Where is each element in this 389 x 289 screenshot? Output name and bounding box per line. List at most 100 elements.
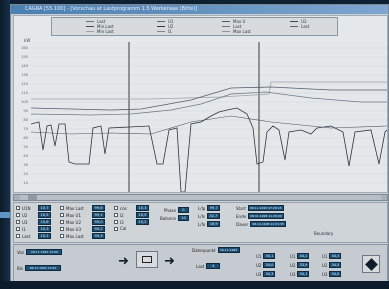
channel-checkbox[interactable]	[60, 227, 64, 231]
status-label: Boundary	[314, 231, 334, 236]
title-bar: CAGRA [55.100] - [Vorschau at Lastprogra…	[11, 5, 388, 14]
monitor-bezel-bottom	[0, 281, 389, 289]
grid-cell[interactable]: U3 34,3	[256, 271, 276, 277]
channel-checkbox[interactable]	[114, 226, 118, 231]
y-axis-unit: kW	[24, 38, 31, 43]
datapoint-field[interactable]: Datenpunkt 16.11.1995	[192, 247, 240, 253]
legend-item[interactable]: Max Last	[222, 29, 251, 34]
lip-field[interactable]: L/Ip 99,7	[198, 205, 221, 211]
phase-field[interactable]: Phase 0	[164, 207, 189, 213]
channel-row[interactable]: I2 10,5	[114, 212, 149, 218]
legend-item[interactable]: Last	[290, 24, 309, 29]
channel-row[interactable]: Max U3 99,2	[60, 226, 105, 232]
y-tick-label: 40	[23, 154, 28, 158]
grid-cell[interactable]: U3 34,1	[290, 271, 310, 277]
legend-item[interactable]: I1	[157, 29, 172, 34]
balance-field[interactable]: Balance 10	[160, 215, 189, 221]
channel-checkbox[interactable]	[114, 220, 118, 224]
chart-legend: Last Min.Last Min Last U1 U2 I1 Max U La…	[51, 17, 338, 36]
from-field[interactable]: Von 08.11.1995 13:09	[17, 249, 63, 255]
channel-row[interactable]: cos 10,3	[114, 205, 149, 211]
monitor-bezel-left	[0, 0, 10, 289]
channel-checkbox[interactable]	[114, 206, 118, 210]
channel-row[interactable]: U3 10,6	[16, 219, 51, 225]
channel-row[interactable]: U1N 10,7	[16, 205, 51, 211]
window-title: CAGRA [55.100] - [Vorschau at Lastprogra…	[25, 6, 198, 12]
series-line-i1	[31, 115, 387, 135]
y-tick-label: 110	[21, 91, 28, 95]
channel-row[interactable]: Max U2 99,0	[60, 219, 105, 225]
channel-checkbox[interactable]	[16, 234, 20, 238]
channel-row[interactable]: Max U1 99,1	[60, 212, 105, 218]
channel-checkbox[interactable]	[114, 213, 118, 217]
grid-cell[interactable]: U3 34,0	[322, 271, 342, 277]
y-tick-label: 70	[23, 127, 28, 131]
y-tick-label: 30	[23, 163, 28, 167]
channel-row[interactable]: I3 10,2	[114, 219, 149, 225]
legend-swatch	[222, 26, 230, 27]
legend-swatch	[290, 26, 298, 27]
lia-field[interactable]: L/Ia 16,9	[198, 221, 221, 227]
channel-checkbox[interactable]	[60, 234, 64, 238]
channel-row[interactable]: Max Last 99,3	[60, 233, 105, 239]
to-field[interactable]: Bis 08.11.1995 13:40	[17, 265, 61, 271]
grid-cell[interactable]: U2 34,0	[256, 262, 276, 268]
grid-cell[interactable]: U1 34,1	[256, 253, 276, 259]
load-button[interactable]	[136, 251, 158, 268]
channel-checkbox[interactable]	[16, 220, 20, 224]
sub-field[interactable]: Last 4	[196, 263, 221, 269]
nav-diamond-button[interactable]	[362, 255, 380, 273]
duration-field[interactable]: Dauer 08.11.1995 11:51:35	[236, 221, 287, 227]
y-tick-label: 60	[23, 136, 28, 140]
channel-checkbox[interactable]	[16, 206, 20, 210]
y-tick-label: 140	[21, 64, 28, 68]
channel-row[interactable]: Last 10,1	[16, 233, 51, 239]
app-window: CAGRA [55.100] - [Vorschau at Lastprogra…	[10, 4, 389, 283]
channel-checkbox[interactable]	[60, 206, 64, 210]
legend-swatch	[290, 21, 298, 22]
legend-item[interactable]: Min Last	[86, 29, 114, 34]
grid-cell[interactable]: U1 34,3	[322, 253, 342, 259]
horizontal-scrollbar[interactable]	[13, 194, 388, 201]
y-tick-label: 100	[21, 100, 28, 104]
channel-checkbox[interactable]	[60, 220, 64, 224]
grid-cell[interactable]: U2 34,5	[322, 262, 342, 268]
end-field[interactable]: Ende 08.11.1995 11:25:00	[236, 213, 285, 219]
legend-swatch	[86, 21, 94, 22]
diamond-icon	[365, 258, 378, 271]
y-tick-label: 80	[23, 118, 28, 122]
y-tick-label: 10	[23, 181, 28, 185]
legend-swatch	[86, 31, 94, 32]
y-tick-label: 150	[21, 55, 28, 59]
grid-lines	[31, 47, 387, 184]
channel-checkbox[interactable]	[16, 227, 20, 231]
chart-panel: Last Min.Last Min Last U1 U2 I1 Max U La…	[13, 15, 388, 193]
channel-checkbox[interactable]	[60, 213, 64, 217]
channel-control-panel: U1N 10,7 U2 10,5 U3 10,6 I1 10,3 Last 10,1 Ma…	[13, 202, 388, 243]
channel-row[interactable]: Max Last 99,6	[60, 205, 105, 211]
y-tick-label: 130	[21, 73, 28, 77]
legend-swatch	[86, 26, 94, 27]
channel-checkbox[interactable]	[16, 213, 20, 217]
legend-swatch	[157, 31, 165, 32]
arrow-right-icon[interactable]: ➜	[118, 255, 129, 268]
navigation-panel: Von 08.11.1995 13:09 Bis 08.11.1995 13:40 …	[13, 244, 388, 282]
window-icon	[142, 256, 152, 263]
y-tick-label: 20	[23, 172, 28, 176]
series-line-last	[31, 107, 387, 192]
arrow-right-icon[interactable]: ➜	[164, 255, 175, 268]
scroll-right-arrow[interactable]	[381, 195, 387, 200]
channel-row[interactable]: I1 10,3	[16, 226, 51, 232]
scroll-thumb[interactable]	[28, 195, 37, 200]
y-tick-label: 160	[21, 46, 28, 50]
grid-cell[interactable]: U2 33,9	[290, 262, 310, 268]
grid-cell[interactable]: U1 34,1	[290, 253, 310, 259]
legend-swatch	[222, 21, 230, 22]
scroll-left-arrow[interactable]	[14, 195, 20, 200]
channel-row[interactable]: Cal	[114, 226, 136, 231]
lis-field[interactable]: L/Is 32,7	[198, 213, 220, 219]
plot-area[interactable]	[31, 42, 387, 192]
channel-row[interactable]: U2 10,5	[16, 212, 51, 218]
series-line-u1	[31, 86, 387, 111]
start-field[interactable]: Start 08.11.1995 07:28:15	[236, 205, 284, 211]
